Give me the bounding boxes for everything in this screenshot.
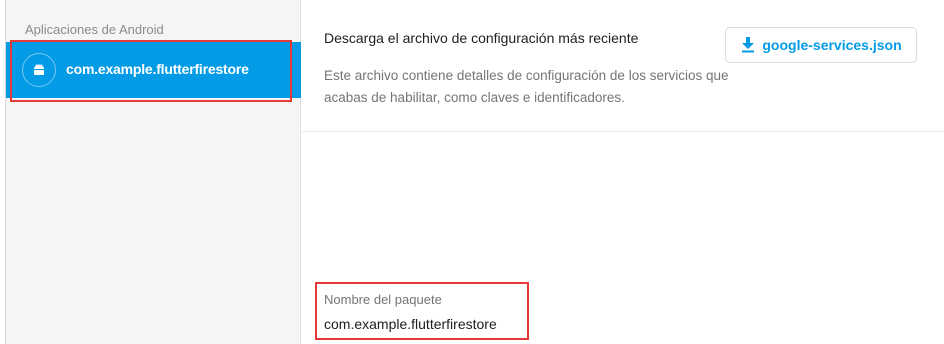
android-icon (22, 53, 56, 87)
download-config-button[interactable]: google-services.json (725, 27, 917, 63)
package-name-value: com.example.flutterfirestore (324, 316, 497, 332)
config-title: Descarga el archivo de configuración más… (324, 30, 639, 46)
sidebar-heading: Aplicaciones de Android (25, 22, 164, 37)
config-description: Este archivo contiene detalles de config… (324, 68, 729, 105)
sidebar-item-app[interactable]: com.example.flutterfirestore (6, 42, 301, 98)
download-button-label: google-services.json (762, 37, 902, 53)
app-item-label: com.example.flutterfirestore (66, 61, 249, 77)
download-icon (740, 37, 756, 53)
main-panel: Descarga el archivo de configuración más… (302, 0, 944, 344)
sidebar: Aplicaciones de Android com.example.flut… (5, 0, 301, 344)
package-name-label: Nombre del paquete (324, 292, 442, 307)
app-window: Aplicaciones de Android com.example.flut… (0, 0, 944, 344)
config-card: Descarga el archivo de configuración más… (302, 0, 944, 132)
